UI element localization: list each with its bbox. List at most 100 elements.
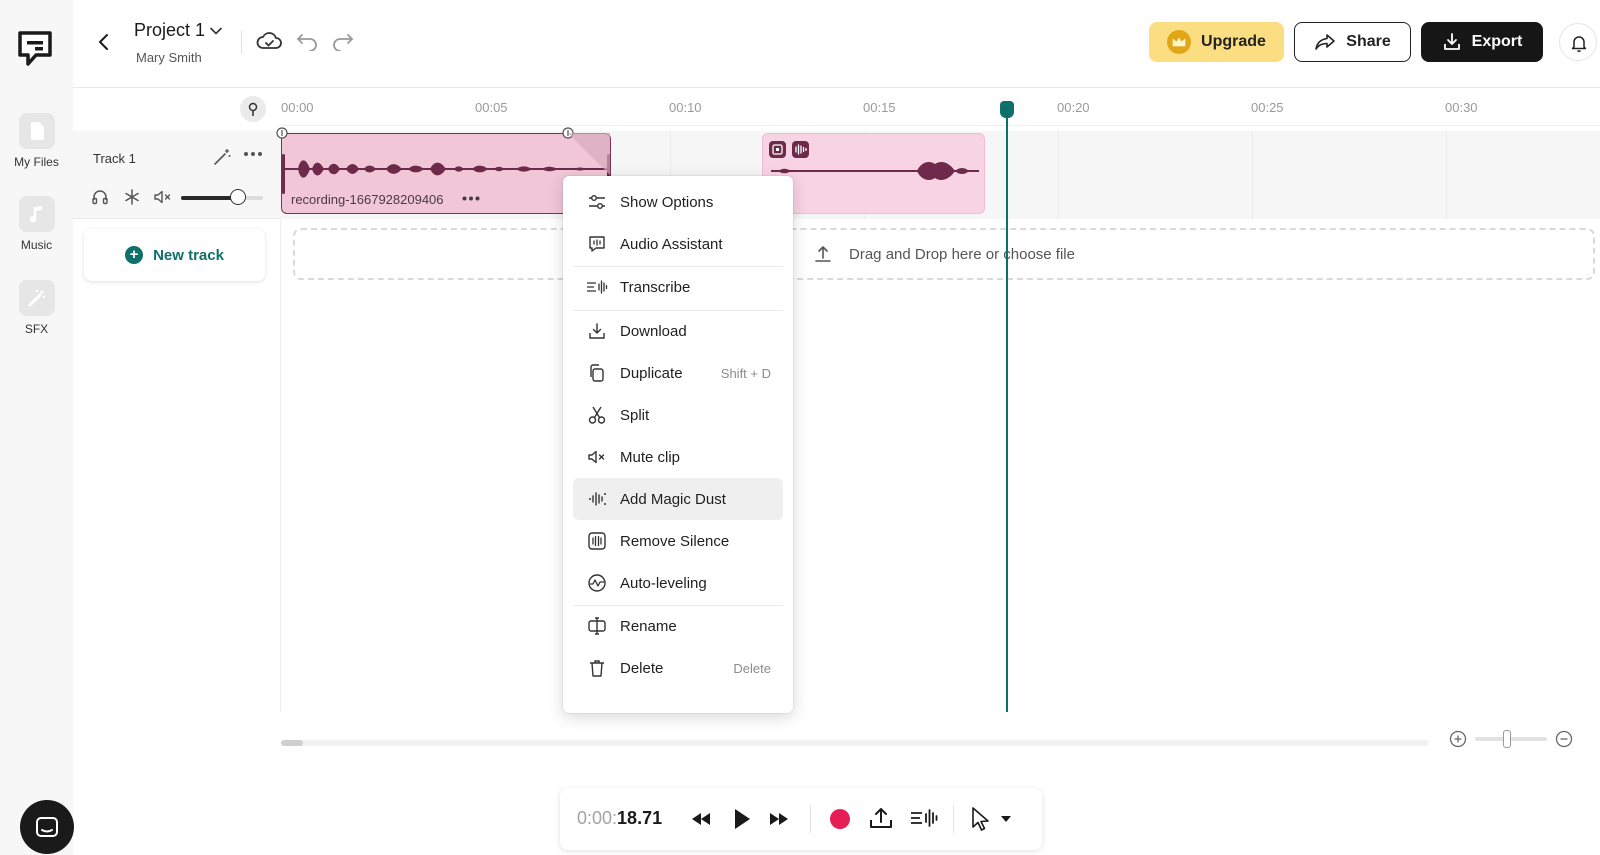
menu-item-delete[interactable]: Delete Delete xyxy=(573,647,783,689)
zoom-in-icon[interactable] xyxy=(1449,730,1467,748)
horizontal-scrollbar[interactable] xyxy=(281,740,1429,746)
menu-item-rename[interactable]: Rename xyxy=(573,605,783,647)
menu-item-label: Duplicate xyxy=(620,364,683,382)
sidebar-item-label: Music xyxy=(20,238,53,252)
bell-icon xyxy=(1571,36,1587,53)
upgrade-button[interactable]: Upgrade xyxy=(1149,22,1284,62)
playhead-handle[interactable] xyxy=(1000,101,1014,118)
more-options-icon[interactable] xyxy=(243,151,263,157)
file-icon xyxy=(18,113,55,149)
divider xyxy=(953,805,954,833)
play-icon[interactable] xyxy=(732,807,752,831)
grid-line xyxy=(1252,131,1253,219)
caret-down-icon[interactable] xyxy=(1000,815,1012,823)
menu-item-label: Remove Silence xyxy=(620,532,730,550)
tick-label: 00:25 xyxy=(1251,100,1284,115)
redo-icon[interactable] xyxy=(331,31,355,51)
sliders-icon xyxy=(585,190,609,214)
tick-label: 00:20 xyxy=(1057,100,1090,115)
menu-item-download[interactable]: Download xyxy=(573,310,783,352)
clip-trim-handle-left[interactable] xyxy=(282,154,285,194)
more-options-icon[interactable] xyxy=(462,196,480,201)
fast-forward-icon[interactable] xyxy=(768,810,790,828)
record-button[interactable] xyxy=(830,809,850,829)
menu-item-label: Mute clip xyxy=(620,448,681,466)
chevron-down-icon[interactable] xyxy=(210,27,222,35)
clip-context-menu: Show Options Audio Assistant Transcribe … xyxy=(563,176,793,713)
menu-item-label: Rename xyxy=(620,617,677,635)
upload-icon[interactable] xyxy=(868,805,894,831)
transcribe-icon xyxy=(585,275,609,299)
scissors-icon xyxy=(585,403,609,427)
cloud-sync-icon[interactable] xyxy=(255,30,283,52)
waveform xyxy=(284,160,608,178)
volume-slider[interactable] xyxy=(181,189,263,205)
project-title[interactable]: Project 1 xyxy=(134,20,205,41)
support-chat-button[interactable] xyxy=(20,800,74,854)
menu-item-mute-clip[interactable]: Mute clip xyxy=(573,436,783,478)
share-button[interactable]: Share xyxy=(1294,22,1411,62)
cursor-pointer-icon[interactable] xyxy=(970,806,992,832)
audio-assistant-icon xyxy=(585,232,609,256)
menu-item-label: Add Magic Dust xyxy=(620,490,726,508)
menu-item-show-options[interactable]: Show Options xyxy=(573,181,783,223)
fade-handle-icon[interactable] xyxy=(276,126,288,140)
waveform xyxy=(771,162,979,180)
app-logo-icon[interactable] xyxy=(16,29,54,69)
headphones-icon[interactable] xyxy=(91,188,109,206)
time-seconds: 18.71 xyxy=(617,808,663,828)
plus-icon: + xyxy=(125,246,144,264)
menu-item-remove-silence[interactable]: Remove Silence xyxy=(573,520,783,562)
menu-item-label: Auto-leveling xyxy=(620,574,707,592)
audio-clip[interactable] xyxy=(762,133,985,214)
remove-silence-icon xyxy=(585,529,609,553)
notifications-button[interactable] xyxy=(1559,23,1597,61)
playhead-line xyxy=(1006,102,1008,712)
lane-boundary xyxy=(280,219,281,711)
divider xyxy=(810,805,811,833)
transcribe-icon[interactable] xyxy=(910,807,938,829)
sidebar-item-my-files[interactable]: My Files xyxy=(0,113,73,169)
scrollbar-thumb[interactable] xyxy=(281,740,303,746)
menu-item-duplicate[interactable]: Duplicate Shift + D xyxy=(573,352,783,394)
new-track-button[interactable]: + New track xyxy=(84,229,265,281)
export-button[interactable]: Export xyxy=(1421,22,1543,62)
menu-item-transcribe[interactable]: Transcribe xyxy=(573,266,783,308)
menu-item-add-magic-dust[interactable]: Add Magic Dust xyxy=(573,478,783,520)
menu-item-label: Download xyxy=(620,322,687,340)
snowflake-icon[interactable] xyxy=(123,188,141,206)
magic-wand-icon[interactable] xyxy=(212,147,232,167)
menu-item-label: Transcribe xyxy=(620,278,691,296)
menu-item-audio-assistant[interactable]: Audio Assistant xyxy=(573,223,783,265)
zoom-slider[interactable] xyxy=(1475,730,1547,748)
menu-item-auto-leveling[interactable]: Auto-leveling xyxy=(573,562,783,604)
add-marker-button[interactable] xyxy=(240,96,266,122)
crown-icon xyxy=(1167,30,1192,54)
duplicate-icon xyxy=(585,361,609,385)
share-icon xyxy=(1315,34,1336,50)
drop-zone[interactable]: Drag and Drop here or choose file xyxy=(293,228,1595,280)
top-bar: Project 1 Mary Smith Upgrade Share Expor… xyxy=(73,0,1600,88)
volume-knob[interactable] xyxy=(229,189,246,205)
tick-label: 00:15 xyxy=(863,100,896,115)
zoom-knob[interactable] xyxy=(1502,730,1511,748)
rewind-icon[interactable] xyxy=(690,810,712,828)
undo-icon[interactable] xyxy=(295,31,319,51)
audio-clip[interactable]: recording-1667928209406 xyxy=(276,127,611,214)
track-name[interactable]: Track 1 xyxy=(93,151,136,166)
tick-label: 00:10 xyxy=(669,100,702,115)
menu-item-label: Split xyxy=(620,406,650,424)
menu-item-split[interactable]: Split xyxy=(573,394,783,436)
time-display: 0:00:18.71 xyxy=(577,808,662,829)
back-arrow-icon[interactable] xyxy=(95,32,113,52)
speaker-mute-icon[interactable] xyxy=(153,188,173,206)
chat-icon xyxy=(36,817,58,837)
new-track-label: New track xyxy=(153,246,224,264)
auto-leveling-icon xyxy=(585,571,609,595)
left-sidebar: My Files Music SFX xyxy=(0,0,74,855)
clip-name: recording-1667928209406 xyxy=(291,192,444,207)
sidebar-item-sfx[interactable]: SFX xyxy=(0,280,73,336)
sidebar-item-music[interactable]: Music xyxy=(0,196,73,252)
timeline-ruler[interactable]: 00:00 00:05 00:10 00:15 00:20 00:25 00:3… xyxy=(281,88,1600,126)
zoom-out-icon[interactable] xyxy=(1555,730,1573,748)
